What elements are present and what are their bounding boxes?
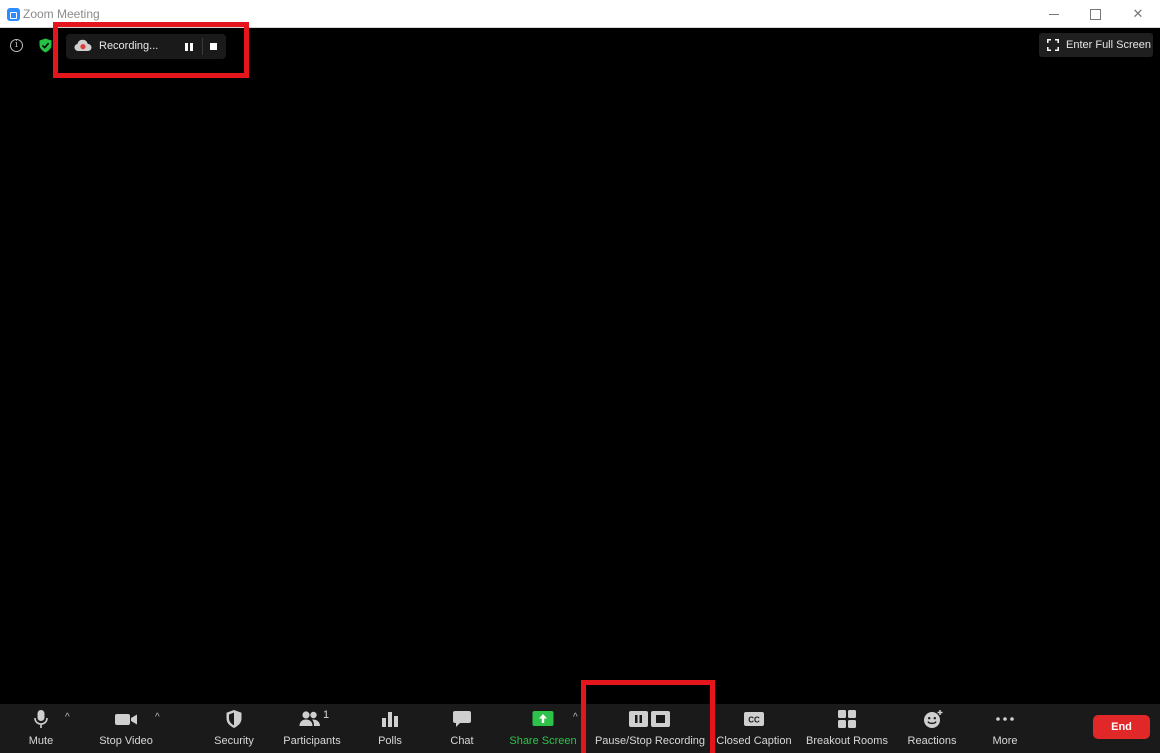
reactions-label: Reactions [907, 735, 957, 747]
enter-full-screen-label: Enter Full Screen [1066, 39, 1151, 51]
pause-stop-recording-label: Pause/Stop Recording [594, 735, 706, 747]
closed-caption-button[interactable]: CC Closed Caption [715, 704, 793, 753]
zoom-app-icon [7, 8, 20, 21]
mute-button[interactable]: Mute [20, 704, 62, 753]
close-window-button[interactable] [1116, 0, 1160, 28]
more-ellipsis-icon [996, 717, 1014, 721]
breakout-rooms-label: Breakout Rooms [806, 735, 888, 747]
encryption-shield-icon[interactable] [39, 38, 52, 53]
polls-button[interactable]: Polls [370, 704, 410, 753]
share-screen-label: Share Screen [509, 735, 577, 747]
participants-icon [299, 711, 320, 726]
mute-label: Mute [28, 735, 54, 747]
cloud-recording-icon [74, 39, 92, 51]
security-button[interactable]: Security [208, 704, 260, 753]
pause-stop-icon [629, 711, 670, 727]
reactions-button[interactable]: Reactions [904, 704, 960, 753]
meeting-video-area [0, 29, 1160, 704]
more-button[interactable]: More [985, 704, 1025, 753]
stop-video-label: Stop Video [99, 735, 153, 747]
maximize-button[interactable] [1073, 0, 1117, 28]
minimize-button[interactable] [1032, 0, 1076, 28]
recording-status-text: Recording... [99, 40, 159, 52]
chat-button[interactable]: Chat [442, 704, 482, 753]
more-label: More [992, 735, 1018, 747]
meeting-toolbar: Mute ^ Stop Video ^ Security 1 Participa… [0, 704, 1160, 753]
audio-options-caret-icon[interactable]: ^ [65, 712, 70, 723]
breakout-rooms-grid-icon [838, 710, 856, 728]
closed-caption-icon: CC [744, 712, 764, 726]
video-camera-icon [115, 714, 137, 725]
video-options-caret-icon[interactable]: ^ [155, 712, 160, 723]
title-bar: Zoom Meeting [0, 0, 1160, 28]
polls-bar-chart-icon [382, 712, 398, 727]
recording-indicator: Recording... [66, 34, 226, 59]
pause-stop-recording-button[interactable]: Pause/Stop Recording [593, 704, 707, 753]
security-label: Security [214, 735, 254, 747]
share-screen-button[interactable]: Share Screen [508, 704, 578, 753]
stop-video-button[interactable]: Stop Video [94, 704, 158, 753]
enter-full-screen-button[interactable]: Enter Full Screen [1039, 33, 1153, 57]
polls-label: Polls [378, 735, 402, 747]
microphone-icon [34, 710, 48, 728]
participants-button[interactable]: 1 Participants [280, 704, 344, 753]
participants-label: Participants [283, 735, 341, 747]
divider [202, 38, 203, 55]
svg-text:CC: CC [748, 716, 760, 725]
fullscreen-icon [1047, 39, 1059, 51]
pause-recording-icon[interactable] [183, 40, 195, 53]
reactions-emoji-icon [924, 710, 943, 728]
participants-count: 1 [323, 709, 330, 721]
end-meeting-button[interactable]: End [1093, 715, 1150, 739]
meeting-info-icon[interactable]: i [10, 39, 23, 52]
share-screen-arrow-icon [532, 711, 554, 726]
chat-bubble-icon [453, 711, 471, 727]
chat-label: Chat [450, 735, 474, 747]
closed-caption-label: Closed Caption [716, 735, 792, 747]
share-options-caret-icon[interactable]: ^ [573, 712, 578, 723]
security-shield-icon [226, 710, 242, 728]
stop-recording-icon[interactable] [210, 43, 217, 50]
breakout-rooms-button[interactable]: Breakout Rooms [804, 704, 890, 753]
window-title: Zoom Meeting [23, 7, 100, 21]
